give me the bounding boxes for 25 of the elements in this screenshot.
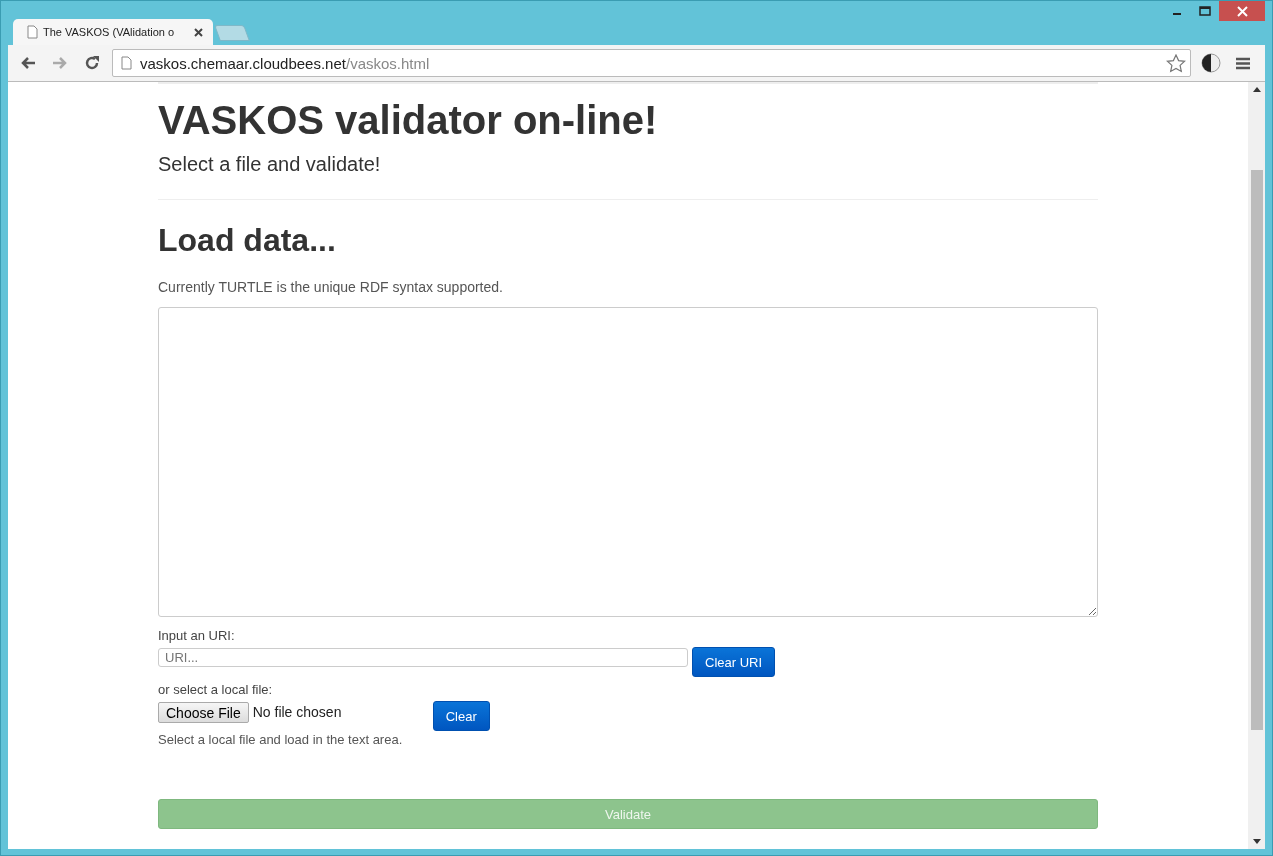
browser-tab[interactable]: The VASKOS (VAlidation o xyxy=(13,19,213,45)
url-text: vaskos.chemaar.cloudbees.net/vaskos.html xyxy=(140,54,431,72)
page-subtitle: Select a file and validate! xyxy=(158,152,382,176)
star-icon[interactable] xyxy=(1166,53,1186,73)
tab-title: The VASKOS (VAlidation o xyxy=(43,26,176,38)
clear-button[interactable]: Clear xyxy=(432,701,490,731)
close-tab-icon[interactable] xyxy=(194,27,203,37)
close-icon[interactable] xyxy=(1219,1,1265,21)
file-status: No file chosen xyxy=(251,703,343,722)
file-label: or select a local file: xyxy=(158,681,274,699)
uri-label: Input an URI: xyxy=(158,627,236,645)
page-icon xyxy=(27,25,38,39)
syntax-note: Currently TURTLE is the unique RDF syntax supported. xyxy=(158,278,504,296)
choose-file-button[interactable]: Choose File xyxy=(158,702,249,723)
file-help-text: Select a local file and load in the text area. xyxy=(158,731,404,749)
scroll-down-icon[interactable] xyxy=(1252,839,1261,845)
scroll-thumb[interactable] xyxy=(1250,170,1263,730)
clear-uri-button[interactable]: Clear URI xyxy=(692,647,776,677)
scroll-up-icon[interactable] xyxy=(1252,86,1261,92)
scrollbar[interactable] xyxy=(1248,82,1265,849)
page-title: VASKOS validator on-line! xyxy=(158,98,659,142)
uri-input-field[interactable]: URI... xyxy=(158,648,688,667)
address-bar[interactable]: vaskos.chemaar.cloudbees.net/vaskos.html xyxy=(112,49,1191,77)
section-title: Load data... xyxy=(158,221,337,260)
page-icon xyxy=(121,56,132,70)
